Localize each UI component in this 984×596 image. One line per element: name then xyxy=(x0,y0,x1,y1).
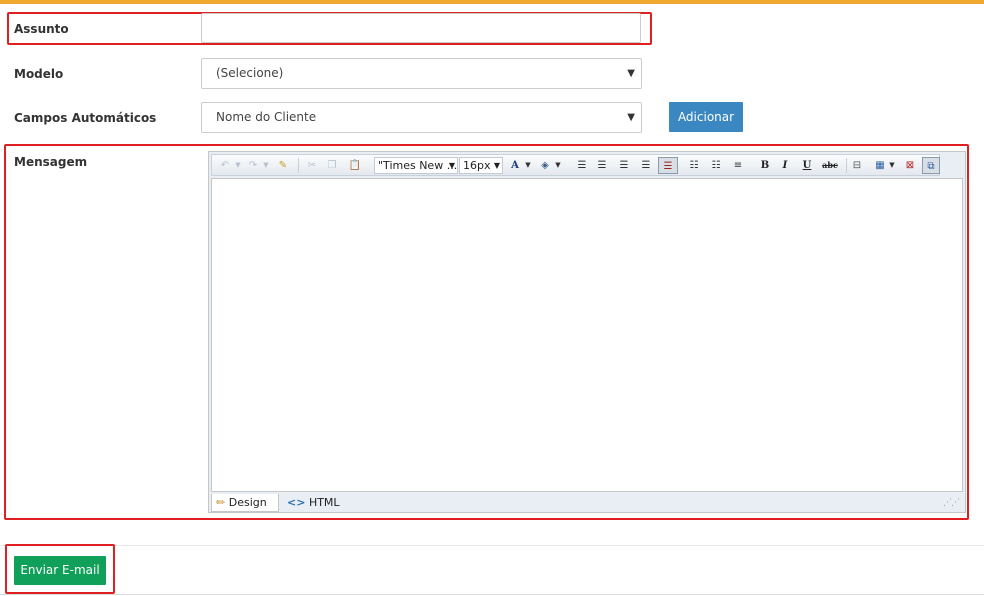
chevron-down-icon: ▼ xyxy=(493,161,500,170)
chevron-down-icon: ▼ xyxy=(627,112,635,123)
pencil-icon: ✏ xyxy=(216,496,226,509)
redo-icon[interactable]: ↷ xyxy=(246,157,260,174)
redo-dropdown-icon[interactable]: ▼ xyxy=(262,157,270,174)
undo-dropdown-icon[interactable]: ▼ xyxy=(234,157,242,174)
underline-icon[interactable]: U xyxy=(800,157,814,174)
send-email-button[interactable]: Enviar E-mail xyxy=(14,556,106,585)
bottom-border xyxy=(0,594,984,595)
align-right-icon[interactable]: ☰ xyxy=(616,157,632,174)
eraser-icon[interactable]: ✎ xyxy=(274,157,292,174)
font-color-dropdown-icon[interactable]: ▼ xyxy=(524,157,532,174)
toolbar-separator xyxy=(846,158,847,173)
top-accent-bar xyxy=(0,0,984,4)
strikethrough-icon[interactable]: abc xyxy=(820,157,840,174)
cut-icon[interactable]: ✂ xyxy=(304,157,320,174)
resize-grip-icon[interactable]: ⋰⋰ xyxy=(943,498,960,508)
table-icon[interactable]: ▦ xyxy=(872,157,888,174)
auto-fields-label: Campos Automáticos xyxy=(14,111,157,125)
font-family-value: "Times New ... xyxy=(378,159,458,172)
template-select[interactable]: (Selecione) ▼ xyxy=(201,58,642,89)
chevron-down-icon: ▼ xyxy=(627,68,635,79)
font-size-value: 16px xyxy=(463,159,491,172)
message-label: Mensagem xyxy=(14,155,88,169)
paste-icon[interactable]: 📋 xyxy=(346,157,364,174)
subject-input[interactable] xyxy=(201,13,641,43)
justify-icon[interactable]: ☰ xyxy=(638,157,654,174)
toolbar-separator xyxy=(298,158,299,173)
delete-table-icon[interactable]: ⊠ xyxy=(902,157,918,174)
section-divider xyxy=(0,545,984,546)
tab-html-label: HTML xyxy=(308,496,340,509)
table-dropdown-icon[interactable]: ▼ xyxy=(888,157,896,174)
copy-icon[interactable]: ❐ xyxy=(324,157,340,174)
numbered-list-icon[interactable]: ☷ xyxy=(708,157,724,174)
add-field-button[interactable]: Adicionar xyxy=(669,102,743,132)
undo-icon[interactable]: ↶ xyxy=(218,157,232,174)
font-size-select[interactable]: 16px ▼ xyxy=(459,157,503,174)
editor-mode-bar: ✏ Design <> HTML ⋰⋰ xyxy=(211,494,963,512)
bold-icon[interactable]: B xyxy=(758,157,772,174)
highlight-dropdown-icon[interactable]: ▼ xyxy=(554,157,562,174)
horizontal-rule-icon[interactable]: ⊟ xyxy=(850,157,864,174)
indent-icon[interactable]: ≡ xyxy=(730,157,746,174)
chevron-down-icon: ▼ xyxy=(448,161,455,170)
template-label: Modelo xyxy=(14,67,64,81)
subject-label: Assunto xyxy=(14,22,69,36)
auto-fields-select[interactable]: Nome do Cliente ▼ xyxy=(201,102,642,133)
editor-content-area[interactable] xyxy=(211,178,963,492)
italic-icon[interactable]: I xyxy=(778,157,792,174)
bullet-list-icon[interactable]: ☷ xyxy=(686,157,702,174)
highlight-icon[interactable]: ◈ xyxy=(538,157,552,174)
align-center-icon[interactable]: ☰ xyxy=(594,157,610,174)
editor-toolbar: ↶ ▼ ↷ ▼ ✎ ✂ ❐ 📋 "Times New ... ▼ 16px ▼ … xyxy=(211,154,940,176)
font-color-icon[interactable]: A xyxy=(508,157,522,174)
justify-full-icon[interactable]: ☰ xyxy=(658,157,678,174)
rich-text-editor: ↶ ▼ ↷ ▼ ✎ ✂ ❐ 📋 "Times New ... ▼ 16px ▼ … xyxy=(208,151,966,513)
tab-html[interactable]: <> HTML xyxy=(283,494,347,512)
auto-fields-select-value: Nome do Cliente xyxy=(216,110,317,124)
code-icon: <> xyxy=(287,496,306,509)
align-left-icon[interactable]: ☰ xyxy=(574,157,590,174)
tab-design[interactable]: ✏ Design xyxy=(211,494,279,512)
template-select-value: (Selecione) xyxy=(216,66,284,80)
font-family-select[interactable]: "Times New ... ▼ xyxy=(374,157,458,174)
tab-design-label: Design xyxy=(228,496,267,509)
fullscreen-icon[interactable]: ⧉ xyxy=(922,157,940,174)
